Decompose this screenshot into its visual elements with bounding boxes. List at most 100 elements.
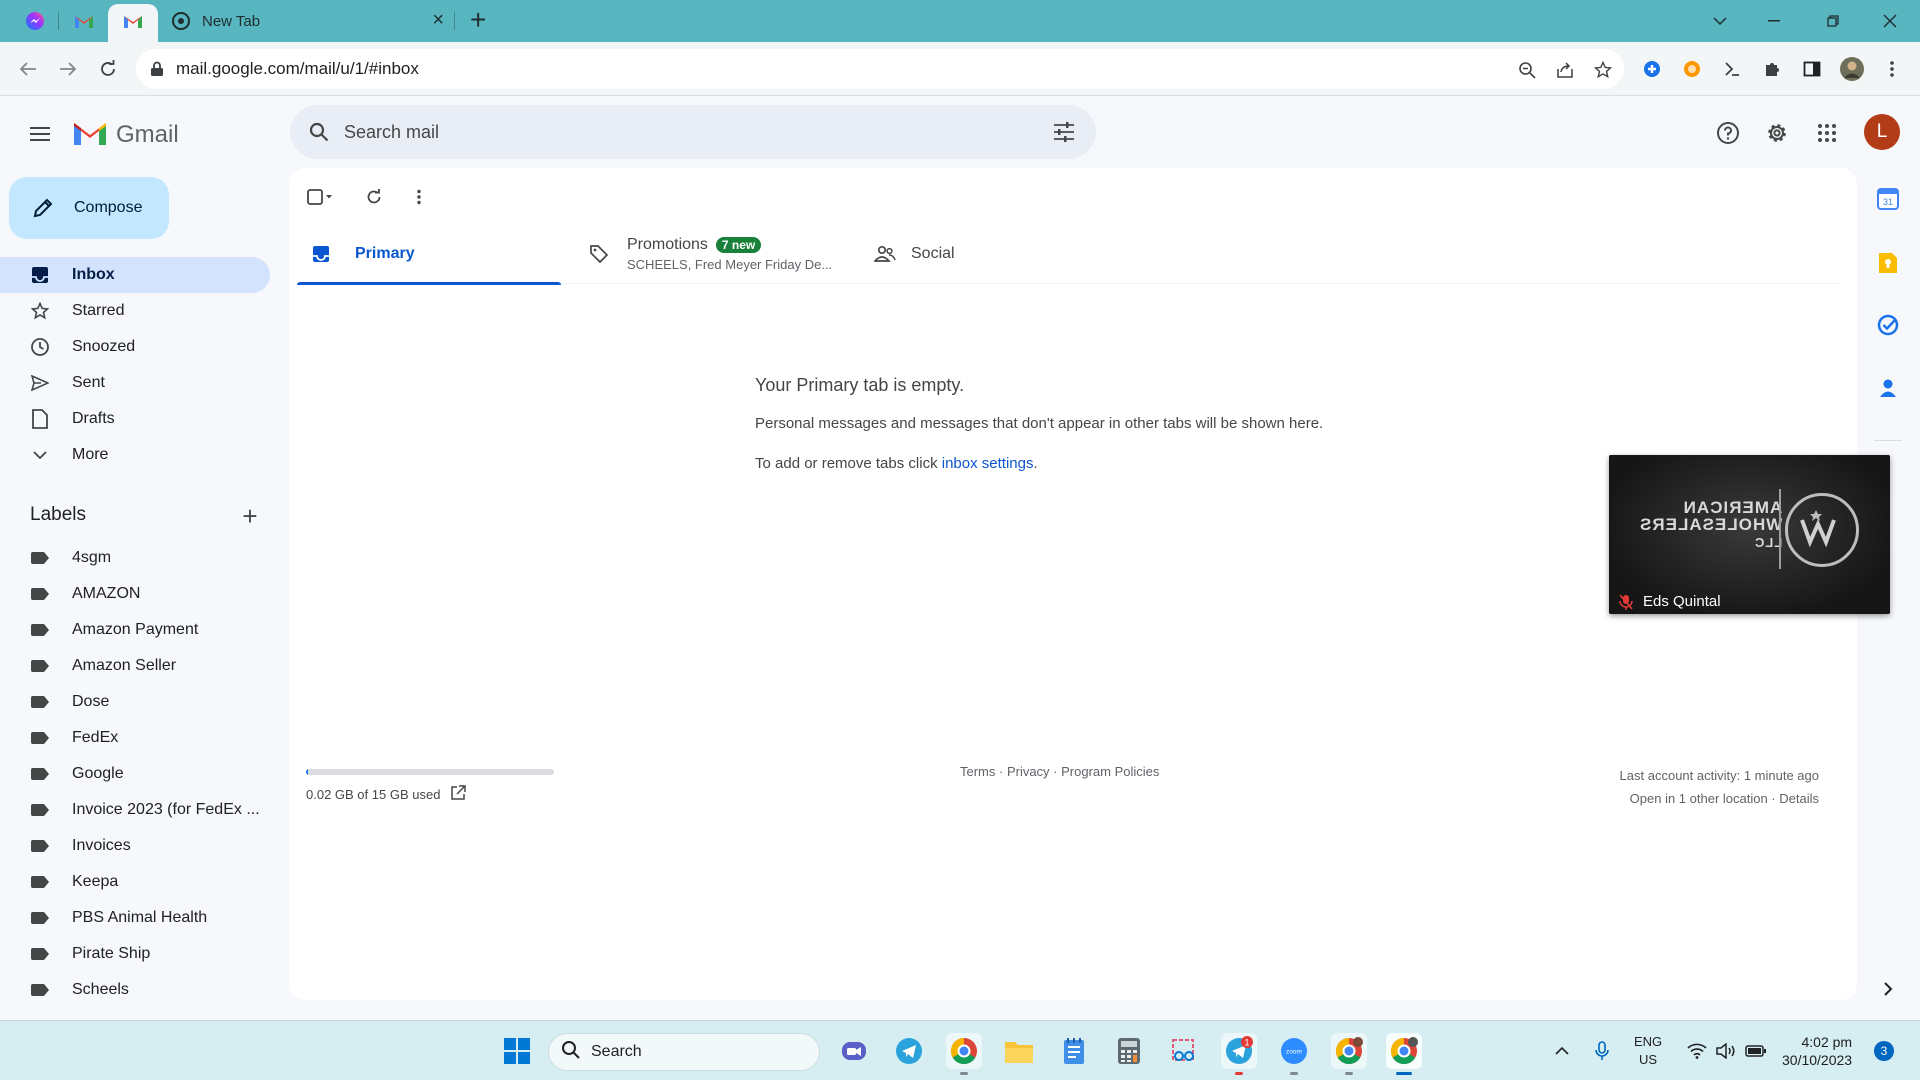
label-item[interactable]: AMAZON	[0, 576, 270, 612]
nav-starred[interactable]: Starred	[0, 293, 270, 329]
reload-icon[interactable]	[92, 53, 124, 85]
tab-social[interactable]: Social	[873, 224, 1137, 284]
chrome-profile-icon[interactable]	[1331, 1033, 1367, 1075]
account-avatar[interactable]: L	[1864, 114, 1900, 150]
label-item[interactable]: Keepa	[0, 864, 270, 900]
notification-count-badge[interactable]: 3	[1874, 1041, 1894, 1061]
label-item[interactable]: FedEx	[0, 720, 270, 756]
chrome-icon[interactable]	[946, 1033, 982, 1075]
nav-inbox[interactable]: Inbox	[0, 257, 270, 293]
label-item[interactable]: Dose	[0, 684, 270, 720]
extension-icon[interactable]	[1718, 55, 1746, 83]
telegram-desktop-icon[interactable]: 1	[1221, 1033, 1257, 1075]
calculator-icon[interactable]	[1111, 1033, 1147, 1069]
tab-primary[interactable]: Primary	[297, 224, 561, 285]
nav-more[interactable]: More	[0, 437, 270, 473]
language-code: ENG	[1634, 1034, 1663, 1049]
label-item[interactable]: Pirate Ship	[0, 936, 270, 972]
gmail-icon[interactable]	[70, 8, 98, 34]
add-label-icon[interactable]: +	[236, 501, 264, 531]
address-bar[interactable]: mail.google.com/mail/u/1/#inbox	[136, 49, 1624, 89]
windows-start-icon[interactable]	[499, 1033, 535, 1069]
search-options-icon[interactable]	[1050, 118, 1078, 146]
tab-gmail-active[interactable]	[108, 4, 158, 42]
wifi-icon[interactable]	[1685, 1039, 1709, 1063]
tab-promotions[interactable]: Promotions 7 new SCHEELS, Fred Meyer Fri…	[587, 224, 851, 284]
restore-icon[interactable]	[1813, 6, 1853, 36]
open-in-new-icon[interactable]	[450, 785, 468, 803]
show-hidden-icons-chevron-up-icon[interactable]	[1550, 1039, 1574, 1063]
label-item[interactable]: 4sgm	[0, 540, 270, 576]
notepad-icon[interactable]	[1056, 1033, 1092, 1069]
refresh-icon[interactable]	[359, 182, 389, 212]
taskbar-search[interactable]: Search	[548, 1033, 820, 1071]
tab-title: New Tab	[202, 12, 261, 30]
nav-sent[interactable]: Sent	[0, 365, 270, 401]
details-link[interactable]: Details	[1779, 791, 1819, 806]
contacts-icon[interactable]	[1872, 372, 1904, 404]
video-call-overlay[interactable]: AMERICAN WHOLESALERS LLC Eds Quintal	[1609, 455, 1890, 614]
microphone-icon[interactable]	[1590, 1039, 1614, 1063]
apps-grid-icon[interactable]	[1810, 116, 1844, 150]
bookmark-star-icon[interactable]	[1592, 59, 1614, 81]
file-explorer-icon[interactable]	[1001, 1033, 1037, 1069]
label-item[interactable]: Google	[0, 756, 270, 792]
tab-search-icon[interactable]	[1700, 6, 1740, 36]
close-window-icon[interactable]	[1870, 6, 1910, 36]
telegram-icon[interactable]	[891, 1033, 927, 1069]
tab-new-tab[interactable]: New Tab ×	[162, 6, 452, 36]
compose-button[interactable]: Compose	[9, 177, 169, 239]
forward-icon[interactable]	[52, 53, 84, 85]
minimize-icon[interactable]	[1754, 6, 1794, 36]
tasks-icon[interactable]	[1872, 309, 1904, 341]
label-item[interactable]: Scheels	[0, 972, 270, 1008]
gmail-logo[interactable]: Gmail	[72, 118, 179, 151]
keep-icon[interactable]	[1872, 247, 1904, 279]
help-icon[interactable]	[1711, 116, 1745, 150]
volume-icon[interactable]	[1714, 1039, 1738, 1063]
more-options-icon[interactable]	[404, 182, 434, 212]
label-tag-icon	[28, 870, 52, 894]
label-item[interactable]: Amazon Payment	[0, 612, 270, 648]
zoom-icon[interactable]	[1516, 59, 1538, 81]
label-tag-icon	[28, 726, 52, 750]
calendar-icon[interactable]: 31	[1872, 183, 1904, 215]
main-menu-icon[interactable]	[24, 118, 56, 150]
inbox-settings-link[interactable]: inbox settings	[942, 455, 1034, 472]
snipping-tool-icon[interactable]	[1166, 1033, 1202, 1069]
chevron-right-icon[interactable]	[1872, 973, 1904, 1005]
chrome-active-icon[interactable]	[1386, 1033, 1422, 1075]
search-icon[interactable]	[304, 117, 334, 147]
share-icon[interactable]	[1554, 59, 1576, 81]
label-item[interactable]: PBS Animal Health	[0, 900, 270, 936]
new-tab-button[interactable]: +	[470, 5, 486, 35]
nav-drafts[interactable]: Drafts	[0, 401, 270, 437]
language-indicator[interactable]: ENG US	[1634, 1033, 1662, 1069]
zoom-icon[interactable]: zoom	[1276, 1033, 1312, 1075]
label-item[interactable]: Amazon Seller	[0, 648, 270, 684]
search-input[interactable]: Search mail	[344, 122, 439, 143]
puzzle-icon[interactable]	[1758, 55, 1786, 83]
close-tab-icon[interactable]: ×	[432, 9, 444, 32]
search-bar[interactable]: Search mail	[290, 105, 1096, 159]
select-all-checkbox[interactable]	[305, 182, 335, 212]
people-icon	[873, 242, 897, 266]
label-item[interactable]: Invoices	[0, 828, 270, 864]
chrome-icon	[172, 12, 190, 35]
extension-icon[interactable]	[1638, 55, 1666, 83]
teams-chat-icon[interactable]	[836, 1033, 872, 1069]
nav-label: Drafts	[72, 410, 115, 427]
nav-snoozed[interactable]: Snoozed	[0, 329, 270, 365]
label-item[interactable]: Invoice 2023 (for FedEx ...	[0, 792, 270, 828]
chrome-menu-icon[interactable]	[1878, 55, 1906, 83]
extension-icon[interactable]	[1678, 55, 1706, 83]
back-icon[interactable]	[12, 53, 44, 85]
battery-icon[interactable]	[1744, 1039, 1768, 1063]
messenger-icon[interactable]	[21, 8, 49, 34]
footer-policy-links[interactable]: Terms · Privacy · Program Policies	[960, 764, 1159, 779]
label-tag-icon	[28, 762, 52, 786]
system-clock[interactable]: 4:02 pm 30/10/2023	[1782, 1033, 1852, 1069]
side-panel-icon[interactable]	[1798, 55, 1826, 83]
profile-avatar[interactable]	[1838, 55, 1866, 83]
settings-gear-icon[interactable]	[1760, 116, 1794, 150]
